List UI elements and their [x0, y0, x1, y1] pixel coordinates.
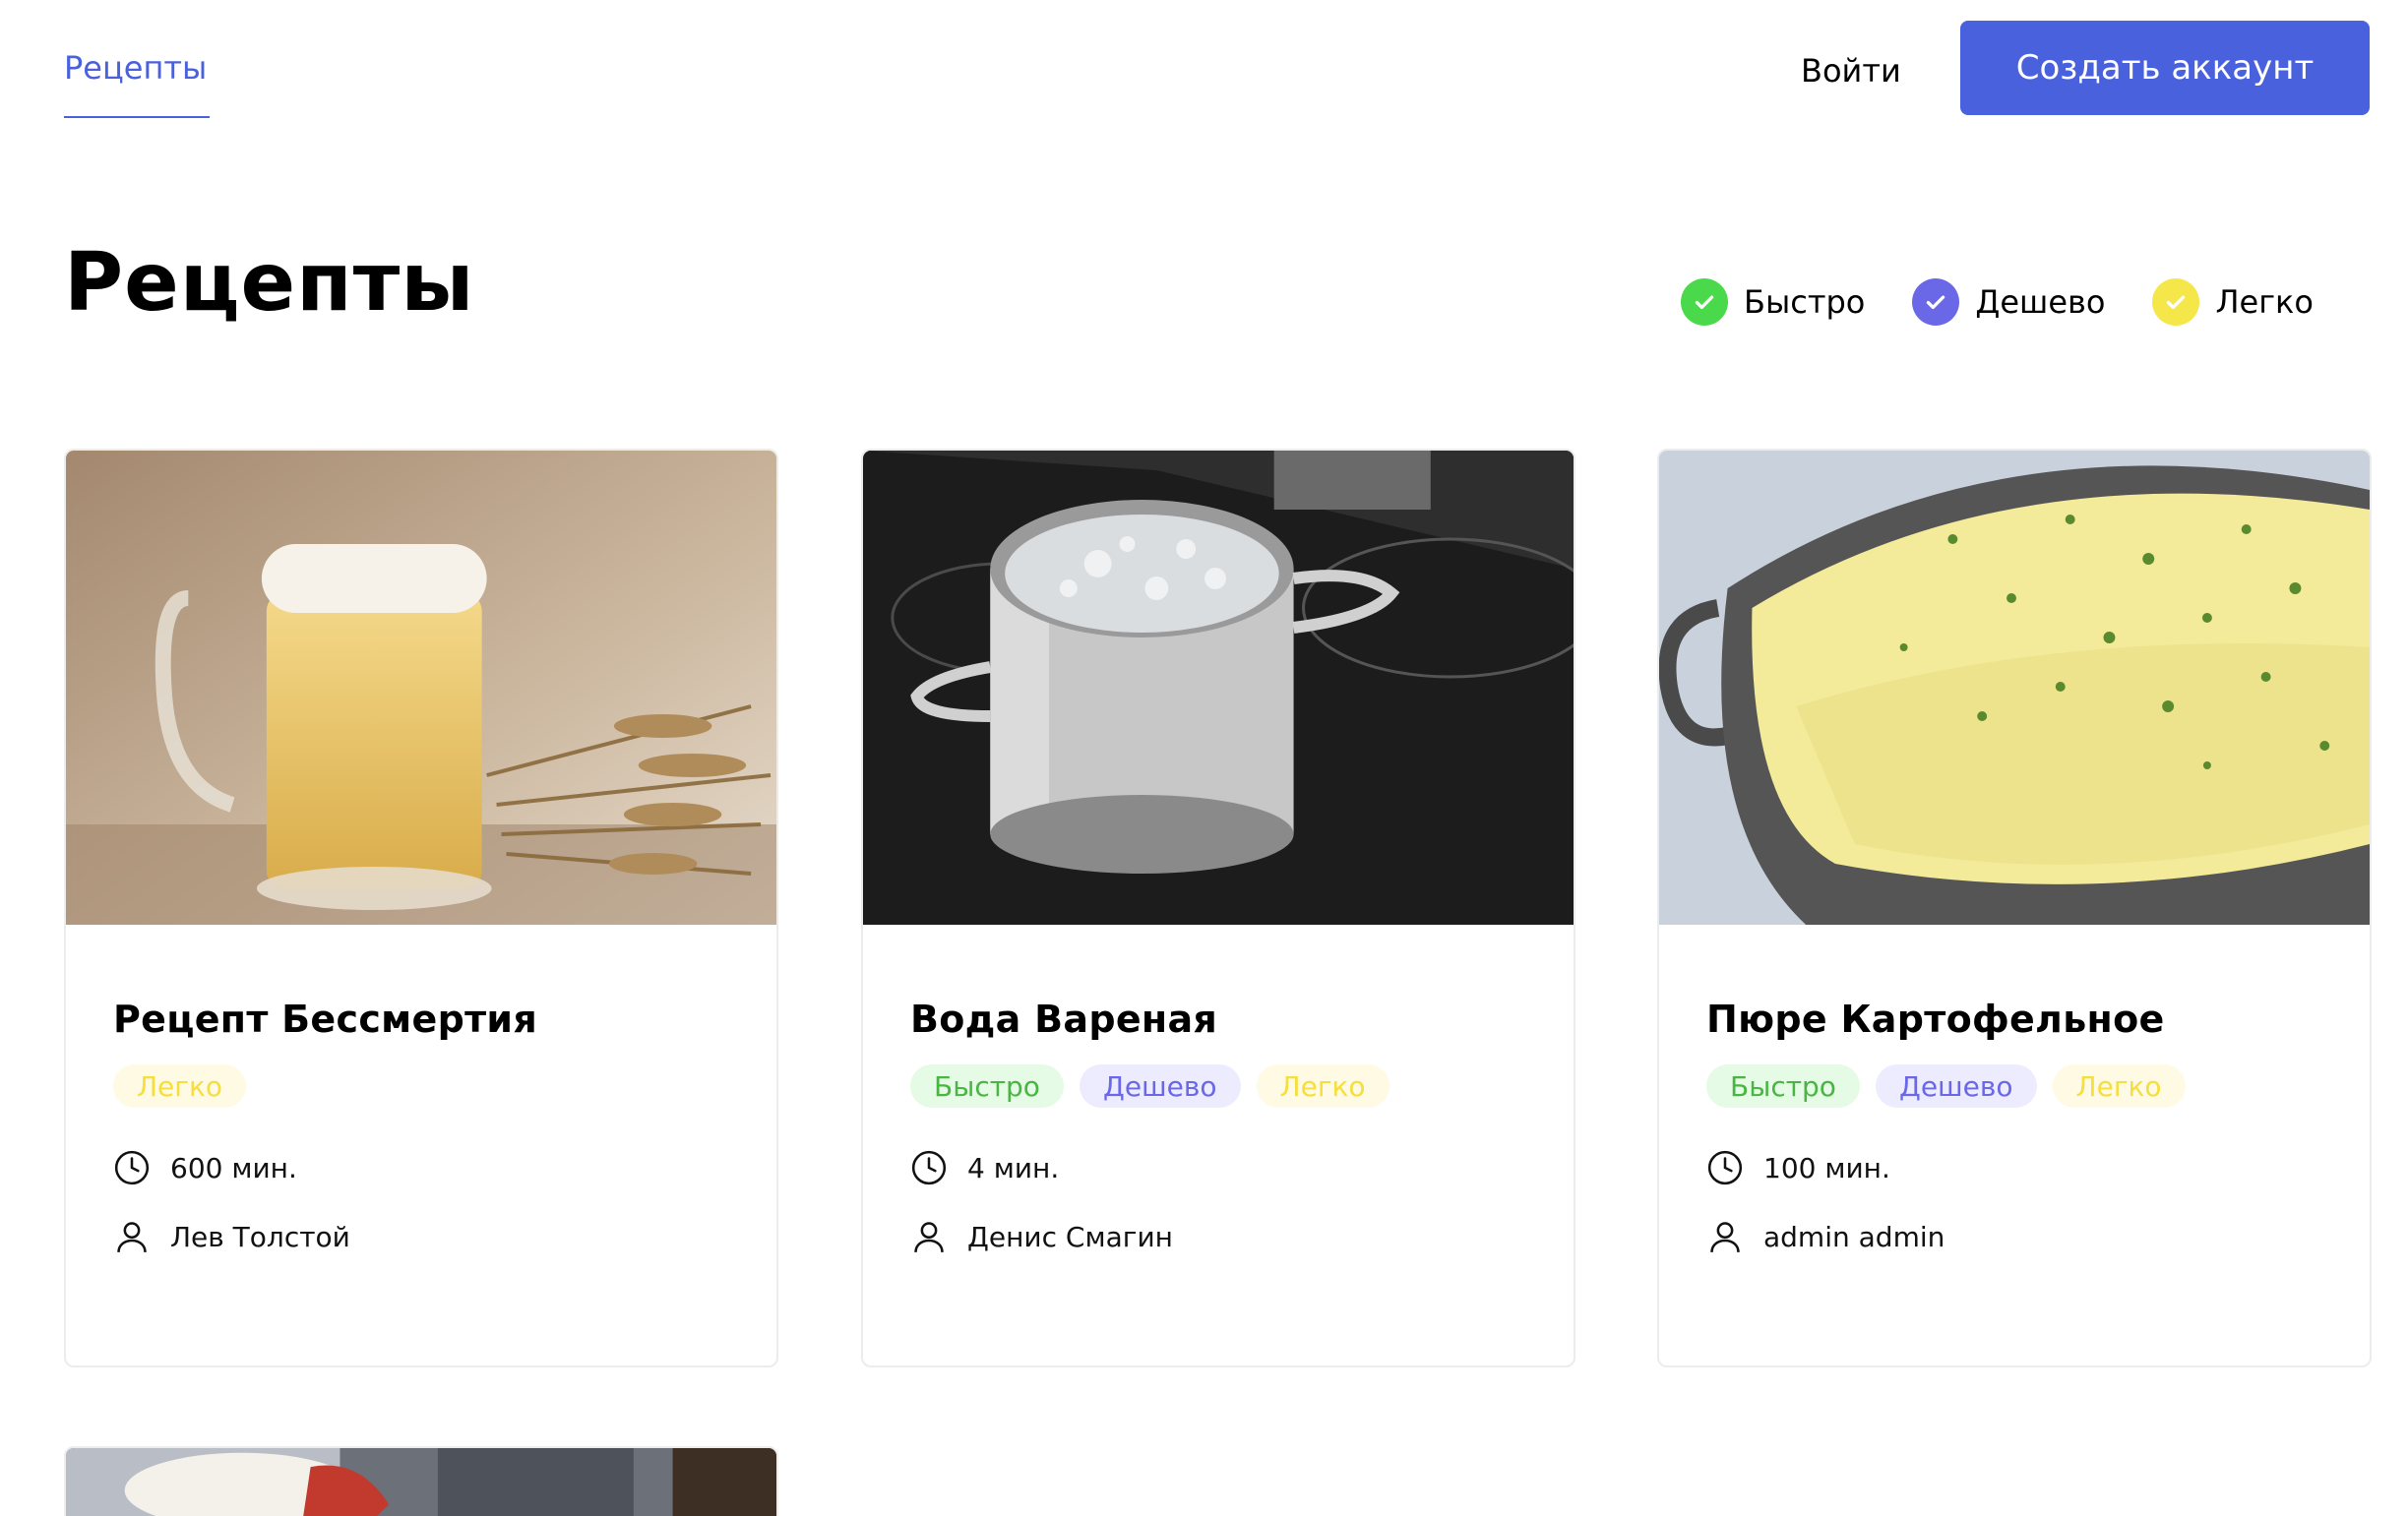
recipe-author: admin admin	[1706, 1218, 1945, 1255]
tag-easy: Легко	[1256, 1064, 1389, 1108]
filter-cheap[interactable]: Дешево	[1912, 278, 2105, 326]
check-circle-icon[interactable]	[1681, 278, 1728, 326]
recipe-card[interactable]: Пюре Картофельное Быстро Дешево Легко 10…	[1657, 449, 2372, 1367]
user-icon	[1710, 1222, 1740, 1252]
recipe-author-name: Лев Толстой	[170, 1220, 350, 1253]
recipe-time: 600 мин.	[113, 1149, 297, 1186]
filter-fast[interactable]: Быстро	[1681, 278, 1865, 326]
nav-active-underline	[64, 116, 210, 118]
tag-easy: Легко	[113, 1064, 247, 1108]
tag-cheap: Дешево	[1875, 1064, 2037, 1108]
check-circle-icon[interactable]	[1912, 278, 1960, 326]
mashed-potato-image[interactable]	[1659, 451, 2370, 925]
create-account-button[interactable]: Создать аккаунт	[1960, 21, 2370, 115]
login-link[interactable]: Войти	[1801, 52, 1901, 90]
beer-mug-image[interactable]	[66, 451, 776, 925]
nav-recipes-link[interactable]: Рецепты	[64, 49, 207, 87]
recipe-card[interactable]	[64, 1446, 778, 1516]
recipe-author: Лев Толстой	[113, 1218, 350, 1255]
boiling-pot-image[interactable]	[863, 451, 1574, 925]
recipe-title[interactable]: Вода Вареная	[910, 998, 1217, 1041]
recipe-tags: Быстро Дешево Легко	[1706, 1064, 2201, 1108]
recipe-tags: Легко	[113, 1064, 262, 1108]
filter-label: Легко	[2215, 283, 2314, 321]
tag-fast: Быстро	[910, 1064, 1064, 1108]
filter-label: Быстро	[1744, 283, 1866, 321]
recipe-author-name: Денис Смагин	[967, 1220, 1173, 1253]
recipe-time-value: 100 мин.	[1763, 1151, 1890, 1184]
user-icon	[117, 1222, 147, 1252]
clock-icon	[911, 1150, 947, 1185]
recipe-author-name: admin admin	[1763, 1220, 1945, 1253]
recipe-title[interactable]: Рецепт Бессмертия	[113, 998, 537, 1041]
clock-icon	[1707, 1150, 1743, 1185]
recipe-image[interactable]	[66, 1448, 776, 1516]
clock-icon	[114, 1150, 150, 1185]
check-circle-icon[interactable]	[2152, 278, 2200, 326]
filter-easy[interactable]: Легко	[2152, 278, 2314, 326]
recipe-time-value: 4 мин.	[967, 1151, 1060, 1184]
tag-fast: Быстро	[1706, 1064, 1860, 1108]
recipe-author: Денис Смагин	[910, 1218, 1173, 1255]
recipe-time: 4 мин.	[910, 1149, 1059, 1186]
filter-label: Дешево	[1975, 283, 2106, 321]
recipe-time-value: 600 мин.	[170, 1151, 297, 1184]
page-title: Рецепты	[64, 236, 475, 330]
tag-cheap: Дешево	[1079, 1064, 1241, 1108]
recipe-title[interactable]: Пюре Картофельное	[1706, 998, 2165, 1041]
recipe-tags: Быстро Дешево Легко	[910, 1064, 1405, 1108]
tag-easy: Легко	[2052, 1064, 2186, 1108]
tag-filters: Быстро Дешево Легко	[1681, 277, 2314, 327]
recipe-card[interactable]: Вода Вареная Быстро Дешево Легко 4 мин. …	[861, 449, 1575, 1367]
user-icon	[914, 1222, 944, 1252]
recipe-time: 100 мин.	[1706, 1149, 1890, 1186]
recipe-card[interactable]: Рецепт Бессмертия Легко 600 мин. Лев Тол…	[64, 449, 778, 1367]
